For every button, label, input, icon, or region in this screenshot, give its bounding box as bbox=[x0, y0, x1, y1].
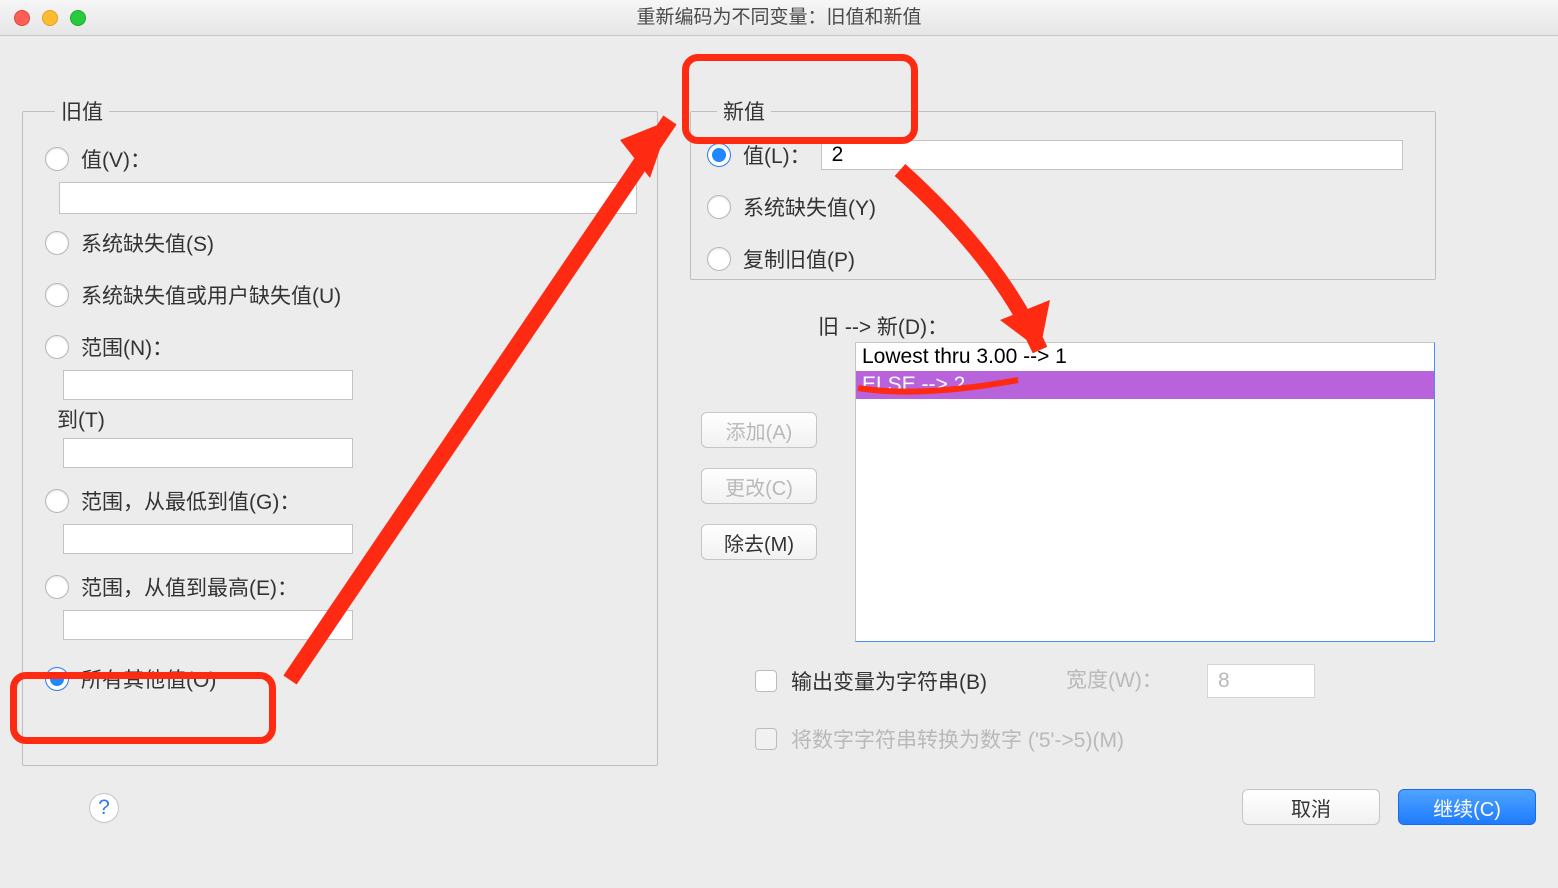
close-window-button[interactable] bbox=[14, 10, 30, 26]
minimize-window-button[interactable] bbox=[42, 10, 58, 26]
old-range-highest-label: 范围，从值到最高(E)： bbox=[81, 572, 298, 602]
output-string-label: 输出变量为字符串(B) bbox=[791, 666, 987, 696]
width-label: 宽度(W)： bbox=[1066, 664, 1163, 694]
list-item[interactable]: ELSE --> 2 bbox=[856, 371, 1434, 399]
old-range-highest-row[interactable]: 范围，从值到最高(E)： bbox=[45, 572, 639, 602]
new-value-label: 值(L)： bbox=[743, 140, 811, 170]
window-controls bbox=[14, 10, 86, 26]
old-range-lowest-input[interactable] bbox=[63, 524, 353, 554]
old-all-other-radio[interactable] bbox=[45, 667, 69, 691]
mapping-listbox[interactable]: Lowest thru 3.00 --> 1 ELSE --> 2 bbox=[855, 342, 1435, 642]
cancel-button[interactable]: 取消 bbox=[1242, 789, 1380, 825]
new-sysmis-radio-row[interactable]: 系统缺失值(Y) bbox=[707, 192, 1421, 222]
new-value-input[interactable] bbox=[821, 140, 1403, 170]
maximize-window-button[interactable] bbox=[70, 10, 86, 26]
new-copyold-radio-row[interactable]: 复制旧值(P) bbox=[707, 244, 1421, 274]
change-button[interactable]: 更改(C) bbox=[701, 468, 817, 504]
new-value-radio[interactable] bbox=[707, 143, 731, 167]
old-range-lowest-radio[interactable] bbox=[45, 489, 69, 513]
old-sysusermis-radio-row[interactable]: 系统缺失值或用户缺失值(U) bbox=[45, 280, 639, 310]
output-string-checkbox[interactable] bbox=[755, 670, 777, 692]
convert-numeric-checkbox bbox=[755, 728, 777, 750]
old-sysusermis-label: 系统缺失值或用户缺失值(U) bbox=[81, 280, 341, 310]
new-copyold-radio[interactable] bbox=[707, 247, 731, 271]
old-range-highest-input[interactable] bbox=[63, 610, 353, 640]
new-copyold-label: 复制旧值(P) bbox=[743, 244, 855, 274]
old-value-radio-row[interactable]: 值(V)： bbox=[45, 144, 639, 174]
old-sysusermis-radio[interactable] bbox=[45, 283, 69, 307]
old-value-input[interactable] bbox=[59, 182, 637, 214]
old-range-lowest-label: 范围，从最低到值(G)： bbox=[81, 486, 300, 516]
old-value-radio[interactable] bbox=[45, 147, 69, 171]
old-range-to-input[interactable] bbox=[63, 438, 353, 468]
old-range-radio[interactable] bbox=[45, 335, 69, 359]
convert-numeric-row: 将数字字符串转换为数字 ('5'->5)(M) bbox=[755, 724, 1124, 754]
output-string-row[interactable]: 输出变量为字符串(B) bbox=[755, 666, 987, 696]
old-range-lowest-row[interactable]: 范围，从最低到值(G)： bbox=[45, 486, 639, 516]
new-value-radio-row[interactable]: 值(L)： bbox=[707, 140, 1421, 170]
help-button[interactable]: ? bbox=[89, 793, 119, 823]
old-all-other-label: 所有其他值(O) bbox=[81, 664, 216, 694]
width-input[interactable] bbox=[1207, 664, 1315, 698]
dialog-content: 旧值 值(V)： 系统缺失值(S) 系统缺失值或用户缺失值(U) 范围(N)： bbox=[0, 36, 1558, 888]
continue-button[interactable]: 继续(C) bbox=[1398, 789, 1536, 825]
old-range-from-input[interactable] bbox=[63, 370, 353, 400]
new-sysmis-label: 系统缺失值(Y) bbox=[743, 192, 876, 222]
old-sysmis-radio[interactable] bbox=[45, 231, 69, 255]
old-values-group: 旧值 值(V)： 系统缺失值(S) 系统缺失值或用户缺失值(U) 范围(N)： bbox=[22, 96, 658, 766]
add-button[interactable]: 添加(A) bbox=[701, 412, 817, 448]
old-values-legend: 旧值 bbox=[55, 96, 109, 126]
window-titlebar: 重新编码为不同变量：旧值和新值 bbox=[0, 0, 1558, 36]
bottom-buttons: 取消 继续(C) bbox=[1242, 789, 1536, 825]
old-range-to-label: 到(T) bbox=[57, 404, 639, 434]
old-sysmis-radio-row[interactable]: 系统缺失值(S) bbox=[45, 228, 639, 258]
remove-button[interactable]: 除去(M) bbox=[701, 524, 817, 560]
old-sysmis-label: 系统缺失值(S) bbox=[81, 228, 214, 258]
convert-numeric-label: 将数字字符串转换为数字 ('5'->5)(M) bbox=[791, 724, 1124, 754]
window-title: 重新编码为不同变量：旧值和新值 bbox=[636, 7, 921, 28]
old-range-label: 范围(N)： bbox=[81, 332, 173, 362]
mapping-side-buttons: 添加(A) 更改(C) 除去(M) bbox=[701, 412, 817, 560]
new-values-group: 新值 值(L)： 系统缺失值(Y) 复制旧值(P) bbox=[690, 96, 1436, 280]
mapping-label: 旧 --> 新(D)： bbox=[818, 311, 948, 341]
new-sysmis-radio[interactable] bbox=[707, 195, 731, 219]
new-values-legend: 新值 bbox=[717, 96, 771, 126]
list-item[interactable]: Lowest thru 3.00 --> 1 bbox=[856, 343, 1434, 371]
old-range-highest-radio[interactable] bbox=[45, 575, 69, 599]
old-range-radio-row[interactable]: 范围(N)： bbox=[45, 332, 639, 362]
old-value-label: 值(V)： bbox=[81, 144, 151, 174]
old-all-other-row[interactable]: 所有其他值(O) bbox=[45, 664, 639, 694]
